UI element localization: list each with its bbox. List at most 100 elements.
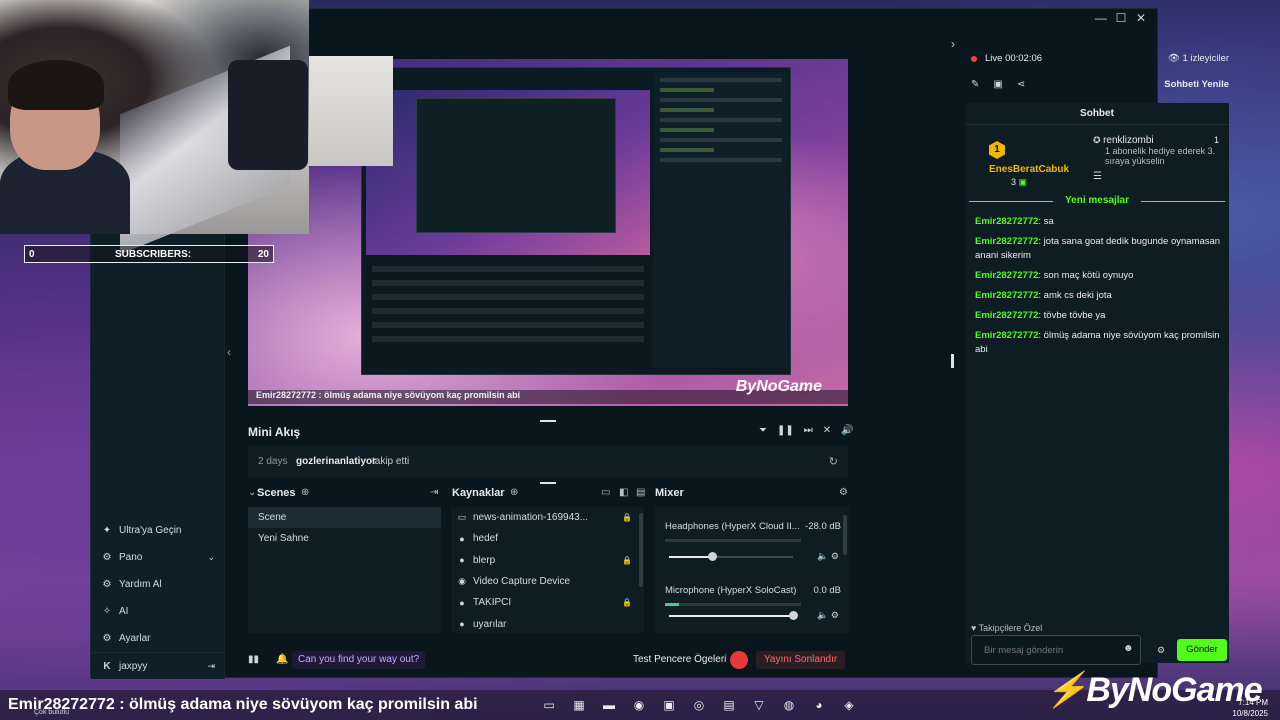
- weather-status: Çok bulutlu: [34, 709, 70, 716]
- send-button[interactable]: Gönder: [1177, 639, 1227, 661]
- source-label: TAKIPCI: [473, 597, 512, 609]
- discord-icon[interactable]: ◕: [810, 697, 828, 713]
- source-item[interactable]: ▭ news-animation-169943... 🔒: [451, 507, 644, 528]
- record-button[interactable]: [730, 651, 748, 669]
- end-stream-button[interactable]: Yayını Sonlandır: [756, 651, 846, 669]
- source-item[interactable]: ● TAKIPCI 🔒: [451, 592, 644, 613]
- add-scene-icon[interactable]: ⊕: [301, 487, 309, 498]
- volume-slider[interactable]: [669, 611, 798, 620]
- slider-knob[interactable]: [708, 552, 718, 561]
- lock-icon[interactable]: 🔒: [622, 513, 632, 522]
- volume-icon[interactable]: 🔊: [841, 425, 853, 436]
- notification-icon[interactable]: 🔔: [276, 654, 288, 665]
- new-messages-divider: Yeni mesajlar: [969, 195, 1225, 206]
- viewer-count-label: 1 izleyiciler: [1182, 53, 1229, 64]
- event-user[interactable]: gozlerinanlatiyor: [296, 456, 376, 467]
- chat-username[interactable]: Emir28272772: [975, 330, 1038, 341]
- spotify-icon[interactable]: ◍: [780, 697, 798, 713]
- edit-icon[interactable]: ✎: [971, 79, 979, 90]
- scene-item[interactable]: Scene: [248, 507, 441, 528]
- clip-icon[interactable]: ▣: [993, 79, 1002, 90]
- chat-input[interactable]: [971, 635, 1141, 665]
- chat-username[interactable]: Emir28272772: [975, 236, 1038, 247]
- chat-settings-icon[interactable]: ⚙: [1157, 645, 1165, 656]
- minimize-button[interactable]: —: [1091, 11, 1111, 25]
- chat-message: Emir28272772: ölmüş adama niye sövüyom k…: [975, 329, 1227, 357]
- system-clock[interactable]: 7:14 PM 10/8/2025: [1232, 697, 1268, 719]
- maximize-button[interactable]: ☐: [1111, 11, 1131, 25]
- sources-scrollbar[interactable]: [639, 513, 643, 587]
- volume-slider[interactable]: [669, 552, 793, 561]
- steam-icon[interactable]: ◎: [690, 697, 708, 713]
- nav-item-dashboard[interactable]: ⚙ Pano ⌄: [91, 544, 225, 571]
- lock-icon[interactable]: 🔒: [622, 556, 632, 565]
- close-button[interactable]: ✕: [1131, 11, 1151, 25]
- source-item[interactable]: ● hedef: [451, 528, 644, 549]
- test-windows-button[interactable]: Test Pencere Ögeleri: [633, 654, 726, 665]
- collapse-sidebar-icon[interactable]: ‹: [227, 345, 231, 359]
- source-item[interactable]: ● blerp 🔒: [451, 550, 644, 571]
- slider-knob[interactable]: [789, 611, 798, 620]
- source-item[interactable]: ◉ Video Capture Device: [451, 571, 644, 592]
- channel-settings-icon[interactable]: ⚙: [831, 551, 839, 561]
- chevron-down-icon[interactable]: ⌄: [207, 552, 215, 563]
- taskview-icon[interactable]: ▭: [540, 697, 558, 713]
- channel-settings-icon[interactable]: ⚙: [831, 610, 839, 620]
- nested-screen: [416, 98, 616, 233]
- source-group-icon[interactable]: ◧: [619, 487, 628, 498]
- valorant-icon[interactable]: ▽: [750, 697, 768, 713]
- gifter-name[interactable]: EnesBeratCabuk: [989, 164, 1069, 175]
- source-item[interactable]: ● uyarılar: [451, 613, 644, 634]
- menu-icon[interactable]: ☰: [1093, 171, 1102, 182]
- nav-user[interactable]: K jaxpyy ⇥: [91, 652, 225, 679]
- emoji-icon[interactable]: ☻: [1123, 643, 1134, 654]
- mixer-settings-icon[interactable]: ⚙: [839, 487, 848, 498]
- epic-icon[interactable]: ▤: [720, 697, 738, 713]
- mute-alerts-icon[interactable]: ✕: [823, 425, 831, 436]
- share-icon[interactable]: ⋖: [1017, 79, 1025, 90]
- webcam-echo: [309, 56, 393, 166]
- speaker-icon[interactable]: 🔈: [817, 610, 828, 620]
- chat-username[interactable]: Emir28272772: [975, 290, 1038, 301]
- speaker-icon[interactable]: 🔈: [817, 551, 828, 561]
- chat-username[interactable]: Emir28272772: [975, 310, 1038, 321]
- explorer-icon[interactable]: ▬: [600, 697, 618, 713]
- help-banner[interactable]: Can you find your way out?: [292, 651, 426, 669]
- chrome-icon[interactable]: ◉: [630, 697, 648, 713]
- nav-item-ultra[interactable]: ✦ Ultra'ya Geçin: [91, 517, 225, 544]
- clock-time: 7:14 PM: [1238, 698, 1268, 707]
- mixer-scrollbar[interactable]: [843, 515, 847, 555]
- repeat-icon[interactable]: ↻: [829, 455, 838, 468]
- collapse-scenes-icon[interactable]: ⌄: [248, 487, 256, 498]
- gift-badge-icon: ✪: [1093, 135, 1101, 145]
- add-source-icon[interactable]: ⊕: [510, 487, 518, 498]
- second-gifter: ✪ renklizombi 1 1 abonelik hediye ederek…: [1093, 135, 1227, 166]
- app-icon[interactable]: ◈: [840, 697, 858, 713]
- skip-icon[interactable]: ⏭: [804, 425, 813, 436]
- resize-handle[interactable]: [951, 354, 954, 368]
- lock-icon[interactable]: 🔒: [622, 598, 632, 607]
- scenes-title: Scenes: [257, 487, 296, 499]
- filter-icon[interactable]: ⏷: [759, 425, 767, 436]
- scene-item[interactable]: Yeni Sahne: [248, 528, 441, 549]
- logout-icon[interactable]: ⇥: [207, 661, 215, 672]
- gifter-name[interactable]: renklizombi: [1103, 135, 1154, 146]
- store-icon[interactable]: ▦: [570, 697, 588, 713]
- pause-icon[interactable]: ❚❚: [777, 425, 794, 436]
- refresh-chat-button[interactable]: Sohbeti Yenile: [1164, 79, 1229, 90]
- source-folder-icon[interactable]: ▭: [601, 487, 610, 498]
- drag-handle[interactable]: [540, 482, 556, 484]
- expand-panel-icon[interactable]: ›: [951, 37, 955, 51]
- drag-handle[interactable]: [540, 420, 556, 422]
- chat-message: Emir28272772: sa: [975, 215, 1227, 229]
- nav-item-help[interactable]: ⚙ Yardım Al: [91, 571, 225, 598]
- clock-date: 10/8/2025: [1232, 709, 1268, 718]
- nav-item-settings[interactable]: ⚙ Ayarlar: [91, 625, 225, 652]
- stats-icon[interactable]: ▮▮: [248, 654, 259, 665]
- chat-username[interactable]: Emir28272772: [975, 270, 1038, 281]
- streamlabs-icon[interactable]: ▣: [660, 697, 678, 713]
- chat-username[interactable]: Emir28272772: [975, 216, 1038, 227]
- nav-item-ai[interactable]: ✧ AI: [91, 598, 225, 625]
- scene-transition-icon[interactable]: ⇥: [430, 487, 438, 498]
- source-settings-icon[interactable]: ▤: [636, 487, 645, 498]
